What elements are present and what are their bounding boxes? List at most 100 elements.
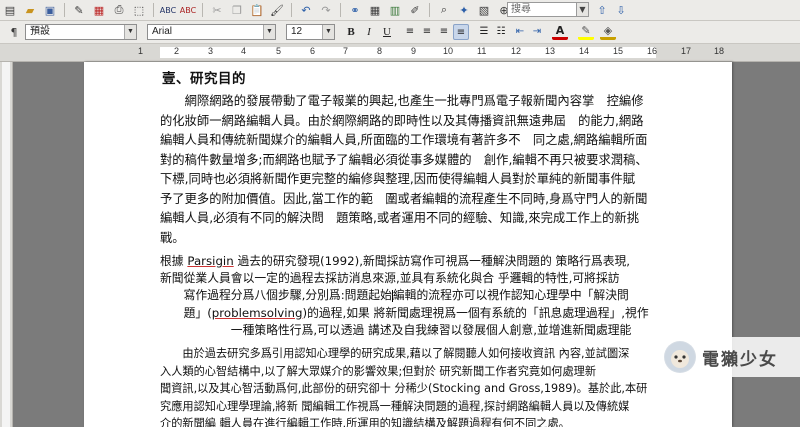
- font-color-icon[interactable]: A: [552, 24, 568, 40]
- text-segment: Parsigin: [187, 254, 234, 268]
- chevron-down-icon[interactable]: ▼: [124, 25, 136, 39]
- find-icon[interactable]: ⌕: [435, 2, 453, 18]
- font-name-select[interactable]: Arial ▼: [147, 24, 276, 40]
- text-line: 對的稿件數量增多;而網路也賦予了編輯必須從事多媒體的 創作,編輯不再只被要求潤稿…: [160, 152, 648, 167]
- text-line: 編輯人員和傳統新聞媒介的編輯人員,所面臨的工作環境有著許多不 同之處,網路編輯所…: [160, 133, 648, 147]
- text-segment: )的過程,如果 將新聞處理視爲一個有系統的「訊息處理過程」,視作: [302, 305, 649, 320]
- text-line: 題」(problemsolving)的過程,如果 將新聞處理視爲一個有系統的「訊…: [160, 305, 656, 322]
- text-segment: 根據: [160, 254, 188, 268]
- highlight-icon[interactable]: ✎: [578, 24, 594, 40]
- horizontal-ruler[interactable]: 1 2 3 4 5 6 7 8 9 10 11 12 13 14 15 16 1…: [0, 44, 800, 62]
- text-line: 根據 Parsigin 過去的研究發現(1992),新聞採訪寫作可視爲一種解決問…: [160, 253, 656, 270]
- font-name-value: Arial: [152, 26, 173, 37]
- text-line: 戰。: [160, 230, 185, 245]
- chart-icon[interactable]: ▥: [386, 2, 404, 18]
- ruler-number: 5: [276, 46, 282, 56]
- italic-button[interactable]: I: [361, 24, 377, 40]
- text-segment: problemsolving: [211, 305, 303, 320]
- ruler-number: 12: [511, 46, 522, 56]
- ruler-number: 8: [377, 46, 383, 56]
- align-left-icon[interactable]: ≡: [402, 24, 418, 40]
- print-icon[interactable]: ⎙: [110, 2, 128, 18]
- find-next-icon[interactable]: ⇩: [612, 2, 630, 18]
- formatting-toolbar: ¶ 預設 ▼ Arial ▼ 12 ▼ B I U ≡ ≡ ≡ ≡ ☰ ☷ ⇤ …: [0, 21, 800, 44]
- separator: [429, 3, 430, 17]
- copy-icon[interactable]: ❐: [228, 2, 246, 18]
- decrease-indent-icon[interactable]: ⇤: [512, 24, 528, 40]
- text-line: 新聞從業人員會以一定的過程去採訪消息來源,並具有系統化與合 乎邏輯的特性,可將採…: [160, 271, 620, 286]
- separator: [64, 3, 65, 17]
- ruler-number: 13: [545, 46, 556, 56]
- chevron-down-icon[interactable]: ▼: [263, 25, 275, 39]
- preview-icon[interactable]: ⬚: [130, 2, 148, 18]
- ruler-number: 10: [443, 46, 454, 56]
- text-segment: 題」(: [160, 305, 212, 320]
- ruler-number: 4: [241, 46, 247, 56]
- paragraph-style-select[interactable]: 預設 ▼: [25, 24, 137, 40]
- spellcheck-icon[interactable]: ABC: [159, 2, 177, 18]
- redo-icon[interactable]: ↷: [317, 2, 335, 18]
- find-previous-icon[interactable]: ⇧: [593, 2, 611, 18]
- navigator-icon[interactable]: ✦: [455, 2, 473, 18]
- styles-icon[interactable]: ¶: [5, 24, 23, 40]
- text-segment: 編輯的流程亦可以視作認知心理學中「解決問: [392, 288, 629, 303]
- increase-indent-icon[interactable]: ⇥: [529, 24, 545, 40]
- draw-icon[interactable]: ✐: [406, 2, 424, 18]
- font-size-select[interactable]: 12 ▼: [286, 24, 335, 40]
- ruler-number: 2: [174, 46, 180, 56]
- paragraph-3: 由於過去研究多爲引用認知心理學的研究成果,藉以了解閱聽人如何接收資訊 內容,並試…: [160, 345, 656, 427]
- bullets-icon[interactable]: ☷: [493, 24, 509, 40]
- undo-icon[interactable]: ↶: [297, 2, 315, 18]
- align-justify-icon[interactable]: ≡: [453, 24, 469, 40]
- separator: [202, 3, 203, 17]
- search-dropdown-icon[interactable]: ▼: [577, 2, 589, 17]
- edit-icon[interactable]: ✎: [70, 2, 88, 18]
- vertical-ruler[interactable]: [0, 62, 13, 427]
- new-icon[interactable]: ▤: [1, 2, 19, 18]
- ruler-number: 15: [613, 46, 624, 56]
- font-size-value: 12: [291, 26, 303, 37]
- text-line: 究應用認知心理學理論,將新 聞編輯工作視爲一種解決問題的過程,探討網路編輯人員以…: [160, 399, 630, 413]
- ruler-text-area: [2, 62, 10, 427]
- chevron-down-icon[interactable]: ▼: [322, 25, 334, 39]
- ruler-number: 16: [647, 46, 658, 56]
- background-color-icon[interactable]: ◈: [600, 24, 616, 40]
- paste-icon[interactable]: 📋: [248, 2, 266, 18]
- ruler-number: 9: [411, 46, 417, 56]
- ruler-number: 1: [138, 46, 144, 56]
- align-right-icon[interactable]: ≡: [436, 24, 452, 40]
- watermark-text: 電獺少女: [702, 349, 778, 370]
- watermark-logo: 電獺少女: [660, 337, 800, 377]
- standard-toolbar: ▤ ▰ ▣ ✎ ▦ ⎙ ⬚ ABC ABC ✂ ❐ 📋 🖌 ↶ ↷ ⚭ ▦ ▥ …: [0, 0, 800, 21]
- cut-icon[interactable]: ✂: [208, 2, 226, 18]
- format-paint-icon[interactable]: 🖌: [268, 2, 286, 18]
- separator: [340, 3, 341, 17]
- text-segment: 過去的研究發現(1992),新聞採訪寫作可視爲一種解決問題的 策略行爲表現,: [233, 254, 631, 268]
- autospell-icon[interactable]: ABC: [179, 2, 197, 18]
- text-line: 介的新聞編 輯人員在進行編輯工作時,所運用的知識結構及解題過程有何不同之處。: [160, 417, 570, 427]
- open-icon[interactable]: ▰: [21, 2, 39, 18]
- hyperlink-icon[interactable]: ⚭: [346, 2, 364, 18]
- ruler-number: 14: [579, 46, 590, 56]
- ruler-number: 6: [310, 46, 316, 56]
- paragraph-2: 根據 Parsigin 過去的研究發現(1992),新聞採訪寫作可視爲一種解決問…: [160, 253, 656, 339]
- text-line: 寫作過程分爲八個步驟,分別爲:問題起始編輯的流程亦可以視作認知心理學中「解決問: [160, 287, 656, 304]
- numbering-icon[interactable]: ☰: [476, 24, 492, 40]
- ruler-number: 18: [714, 46, 725, 56]
- gallery-icon[interactable]: ▧: [475, 2, 493, 18]
- bold-button[interactable]: B: [343, 24, 359, 40]
- separator: [153, 3, 154, 17]
- text-line: 編輯人員,必須有不同的解決問 題策略,或者運用不同的經驗、知識,來完成工作上的新…: [160, 211, 640, 225]
- document-body[interactable]: 壹、研究目的 網際網路的發展帶動了電子報業的興起,也產生一批專門爲電子報新聞內容…: [160, 62, 656, 427]
- align-center-icon[interactable]: ≡: [419, 24, 435, 40]
- text-line: 網際網路的發展帶動了電子報業的興起,也產生一批專門爲電子報新聞內容掌 控編修: [160, 94, 644, 108]
- underline-button[interactable]: U: [379, 24, 395, 40]
- otter-logo-icon: [664, 341, 696, 373]
- pdf-icon[interactable]: ▦: [90, 2, 108, 18]
- ruler-number: 7: [343, 46, 349, 56]
- table-icon[interactable]: ▦: [366, 2, 384, 18]
- search-input[interactable]: 搜尋: [507, 2, 577, 17]
- save-icon[interactable]: ▣: [41, 2, 59, 18]
- paragraph-1: 網際網路的發展帶動了電子報業的興起,也產生一批專門爲電子報新聞內容掌 控編修 的…: [160, 92, 656, 248]
- separator: [291, 3, 292, 17]
